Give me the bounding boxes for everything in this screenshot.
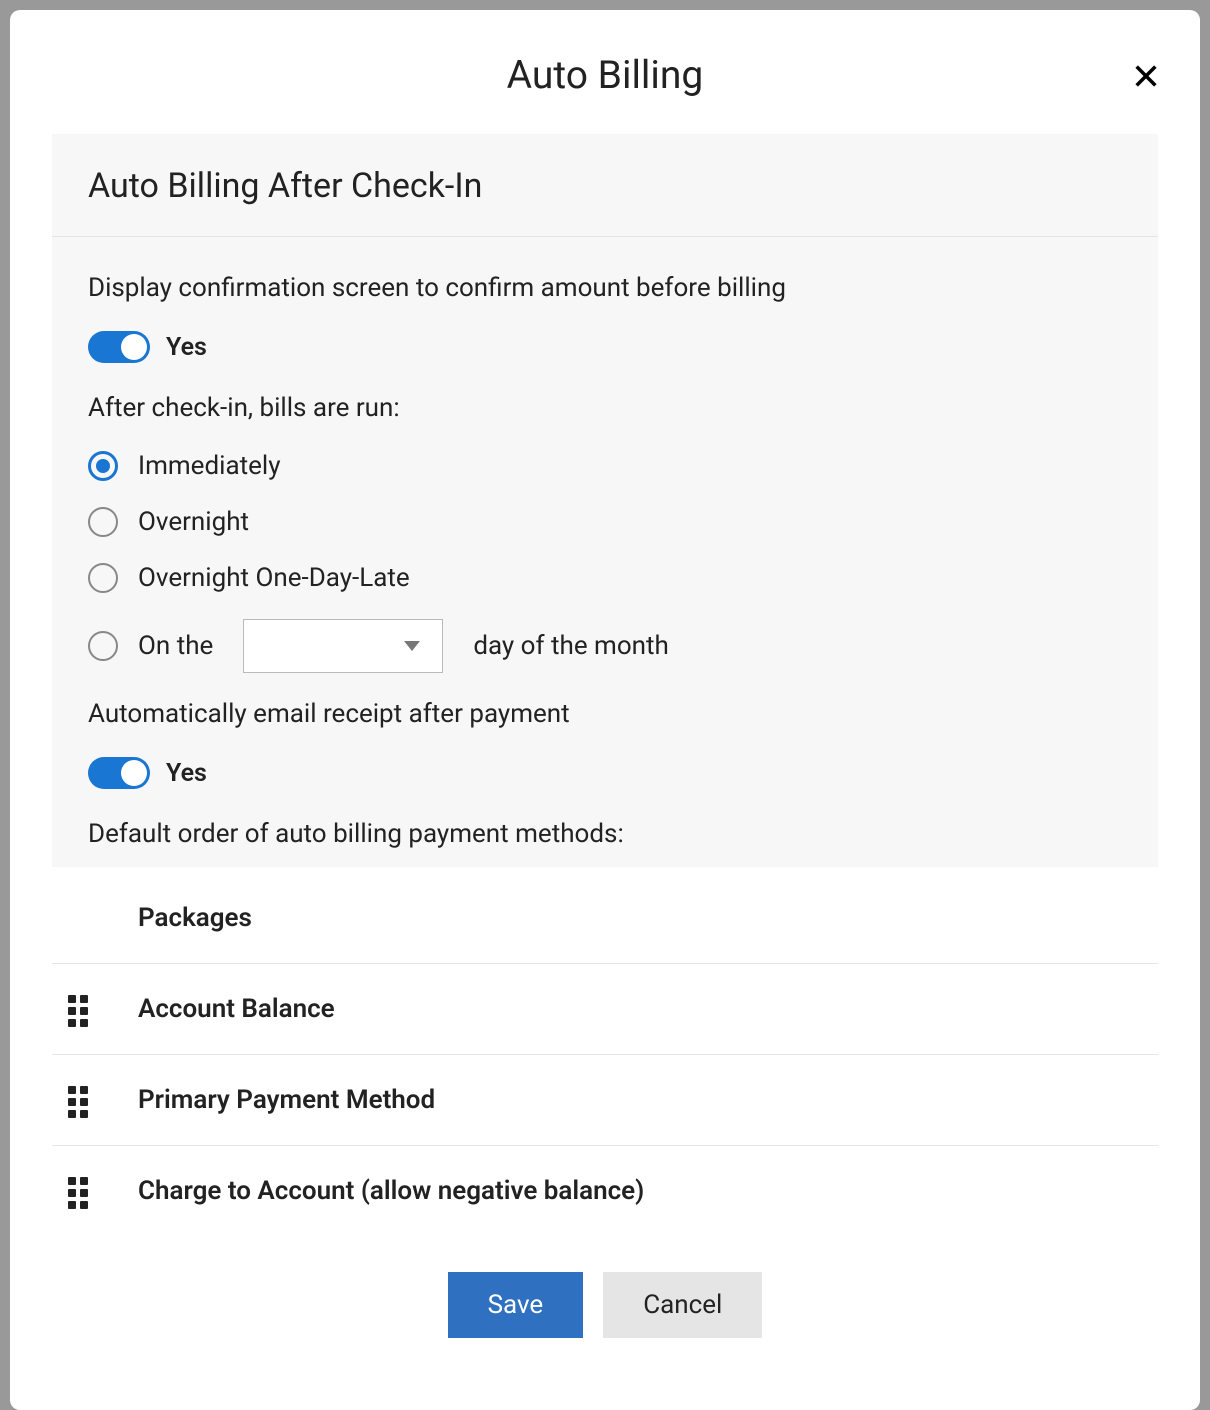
drag-handle-icon[interactable] <box>68 1177 88 1205</box>
radio-overnight-late-row: Overnight One-Day-Late <box>88 563 1122 593</box>
charge-account-label: Charge to Account (allow negative balanc… <box>116 1176 644 1206</box>
email-receipt-toggle-label: Yes <box>166 759 207 788</box>
account-balance-label: Account Balance <box>116 994 335 1024</box>
confirm-screen-label: Display confirmation screen to confirm a… <box>88 273 1122 303</box>
confirm-toggle[interactable] <box>88 331 150 363</box>
email-receipt-label: Automatically email receipt after paymen… <box>88 699 1122 729</box>
radio-immediately-label: Immediately <box>138 451 281 481</box>
radio-on-day-row: On the day of the month <box>88 619 1122 673</box>
on-the-prefix: On the <box>138 631 213 661</box>
radio-overnight-label: Overnight <box>138 507 249 537</box>
panel-header: Auto Billing After Check-In <box>52 134 1158 237</box>
list-item-primary-payment[interactable]: Primary Payment Method <box>52 1055 1158 1146</box>
confirm-toggle-label: Yes <box>166 333 207 362</box>
radio-overnight[interactable] <box>88 507 118 537</box>
radio-immediately[interactable] <box>88 451 118 481</box>
toggle-knob <box>121 760 147 786</box>
email-receipt-toggle[interactable] <box>88 757 150 789</box>
radio-on-day[interactable] <box>88 631 118 661</box>
on-the-suffix: day of the month <box>473 631 669 661</box>
payment-methods-list: Packages Account Balance Primary Payment… <box>52 867 1158 1236</box>
radio-immediately-row: Immediately <box>88 451 1122 481</box>
radio-overnight-late-label: Overnight One-Day-Late <box>138 563 410 593</box>
settings-panel: Auto Billing After Check-In Display conf… <box>52 134 1158 867</box>
list-item-packages: Packages <box>52 867 1158 964</box>
toggle-knob <box>121 334 147 360</box>
cancel-button[interactable]: Cancel <box>603 1272 762 1338</box>
radio-overnight-late[interactable] <box>88 563 118 593</box>
list-item-charge-account[interactable]: Charge to Account (allow negative balanc… <box>52 1146 1158 1236</box>
modal-footer: Save Cancel <box>10 1236 1200 1358</box>
save-button[interactable]: Save <box>448 1272 584 1338</box>
auto-billing-modal: Auto Billing Auto Billing After Check-In… <box>10 10 1200 1410</box>
panel-title: Auto Billing After Check-In <box>88 166 1122 206</box>
drag-handle-icon[interactable] <box>68 1086 88 1114</box>
payment-order-label: Default order of auto billing payment me… <box>88 819 1122 849</box>
drag-handle-icon[interactable] <box>68 995 88 1023</box>
modal-title: Auto Billing <box>10 52 1200 98</box>
confirm-toggle-row: Yes <box>88 331 1122 363</box>
radio-overnight-row: Overnight <box>88 507 1122 537</box>
close-button[interactable] <box>1132 62 1160 90</box>
email-receipt-toggle-row: Yes <box>88 757 1122 789</box>
bills-run-label: After check-in, bills are run: <box>88 393 1122 423</box>
day-of-month-select[interactable] <box>243 619 443 673</box>
panel-body: Display confirmation screen to confirm a… <box>52 237 1158 867</box>
list-item-account-balance[interactable]: Account Balance <box>52 964 1158 1055</box>
packages-label: Packages <box>116 903 252 933</box>
close-icon <box>1132 62 1160 90</box>
modal-header: Auto Billing <box>10 10 1200 134</box>
primary-payment-label: Primary Payment Method <box>116 1085 435 1115</box>
